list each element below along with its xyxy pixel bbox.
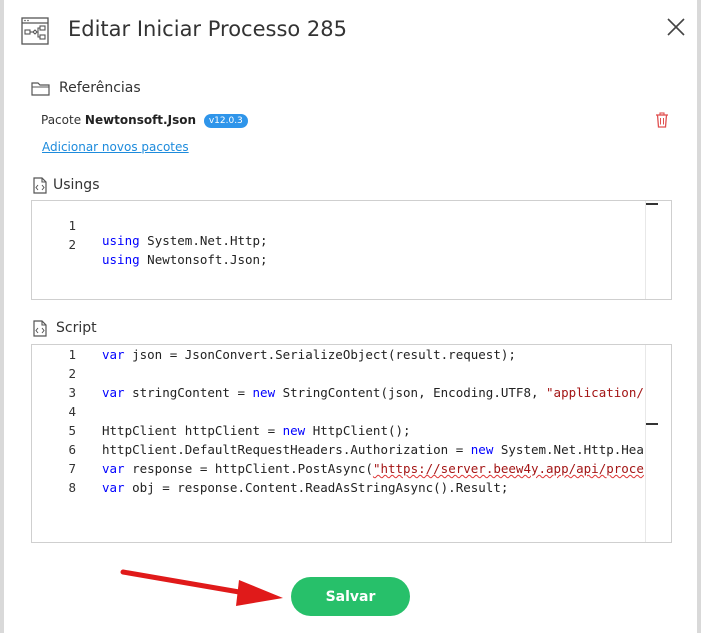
code-file-icon (33, 177, 47, 194)
line-number: 3 (68, 385, 76, 400)
vertical-scrollbar[interactable] (645, 345, 671, 542)
code-token: HttpClient httpClient = (102, 423, 283, 438)
string-token: "application/ (546, 385, 644, 400)
code-token: response = httpClient.PostAsync( (124, 461, 373, 476)
usings-editor[interactable]: 1 using System.Net.Http; 2 using Newtons… (31, 200, 672, 300)
keyword-token: var (102, 385, 125, 400)
keyword-token: var (102, 480, 125, 495)
line-number: 1 (68, 347, 76, 362)
package-row: Pacote Newtonsoft.Json v12.0.3 (41, 113, 248, 128)
vertical-scrollbar[interactable] (645, 201, 671, 299)
backdrop-edge-right (697, 0, 701, 633)
trash-icon[interactable] (655, 112, 669, 128)
line-number: 6 (68, 442, 76, 457)
code-text: var response = httpClient.PostAsync("htt… (102, 461, 644, 476)
code-token: httpClient.DefaultRequestHeaders.Authori… (102, 442, 471, 457)
line-number: 2 (68, 237, 76, 252)
references-label: Referências (59, 80, 141, 96)
keyword-token: var (102, 347, 125, 362)
code-text: using Newtonsoft.Json; (102, 252, 268, 267)
line-number: 2 (68, 366, 76, 381)
code-token: HttpClient(); (305, 423, 411, 438)
code-text: var stringContent = new StringContent(js… (102, 385, 644, 400)
folder-icon (31, 82, 50, 96)
keyword-token: var (102, 461, 125, 476)
line-number: 5 (68, 423, 76, 438)
code-line: 1 using System.Net.Http; (32, 203, 267, 248)
code-line: 2 using Newtonsoft.Json; (32, 222, 267, 267)
flowchart-icon (21, 17, 49, 45)
scroll-marker (646, 423, 658, 425)
string-token: "https://server.beew4y.app/api/proce (372, 461, 644, 476)
backdrop-edge-left (0, 0, 4, 633)
scroll-marker (646, 203, 658, 205)
usings-label: Usings (53, 177, 100, 193)
line-number: 7 (68, 461, 76, 476)
code-text: httpClient.DefaultRequestHeaders.Authori… (102, 442, 644, 457)
line-number: 8 (68, 480, 76, 495)
code-token: stringContent = (124, 385, 253, 400)
package-version-badge: v12.0.3 (203, 114, 248, 128)
add-packages-link[interactable]: Adicionar novos pacotes (42, 140, 189, 154)
package-name: Newtonsoft.Json (84, 113, 196, 127)
close-icon[interactable] (666, 17, 686, 37)
script-label: Script (56, 320, 97, 336)
keyword-token: new (252, 385, 276, 400)
package-prefix: Pacote (41, 113, 82, 127)
code-text: var json = JsonConvert.SerializeObject(r… (102, 347, 516, 362)
code-token: System.Net.Http.Hea (493, 442, 644, 457)
code-text: HttpClient httpClient = new HttpClient()… (102, 423, 411, 438)
dialog-title: Editar Iniciar Processo 285 (68, 17, 348, 41)
keyword-token: using (102, 252, 140, 267)
script-editor[interactable]: 8 var obj = response.Content.ReadAsString… (31, 344, 672, 543)
keyword-token: new (282, 423, 306, 438)
code-file-icon (33, 320, 47, 337)
keyword-token: using (102, 233, 140, 248)
code-text: using System.Net.Http; (102, 233, 268, 248)
code-token: json = JsonConvert.SerializeObject(resul… (124, 347, 516, 362)
code-text: var obj = response.Content.ReadAsStringA… (102, 480, 508, 495)
code-token: Newtonsoft.Json; (139, 252, 268, 267)
save-button[interactable]: Salvar (291, 577, 410, 616)
code-token: obj = response.Content.ReadAsStringAsync… (124, 480, 509, 495)
code-token: System.Net.Http; (139, 233, 268, 248)
code-token: StringContent(json, Encoding.UTF8, (275, 385, 547, 400)
line-number: 4 (68, 404, 76, 419)
edit-process-dialog: Editar Iniciar Processo 285 Referências … (0, 0, 701, 633)
keyword-token: new (470, 442, 494, 457)
red-arrow (120, 569, 283, 606)
